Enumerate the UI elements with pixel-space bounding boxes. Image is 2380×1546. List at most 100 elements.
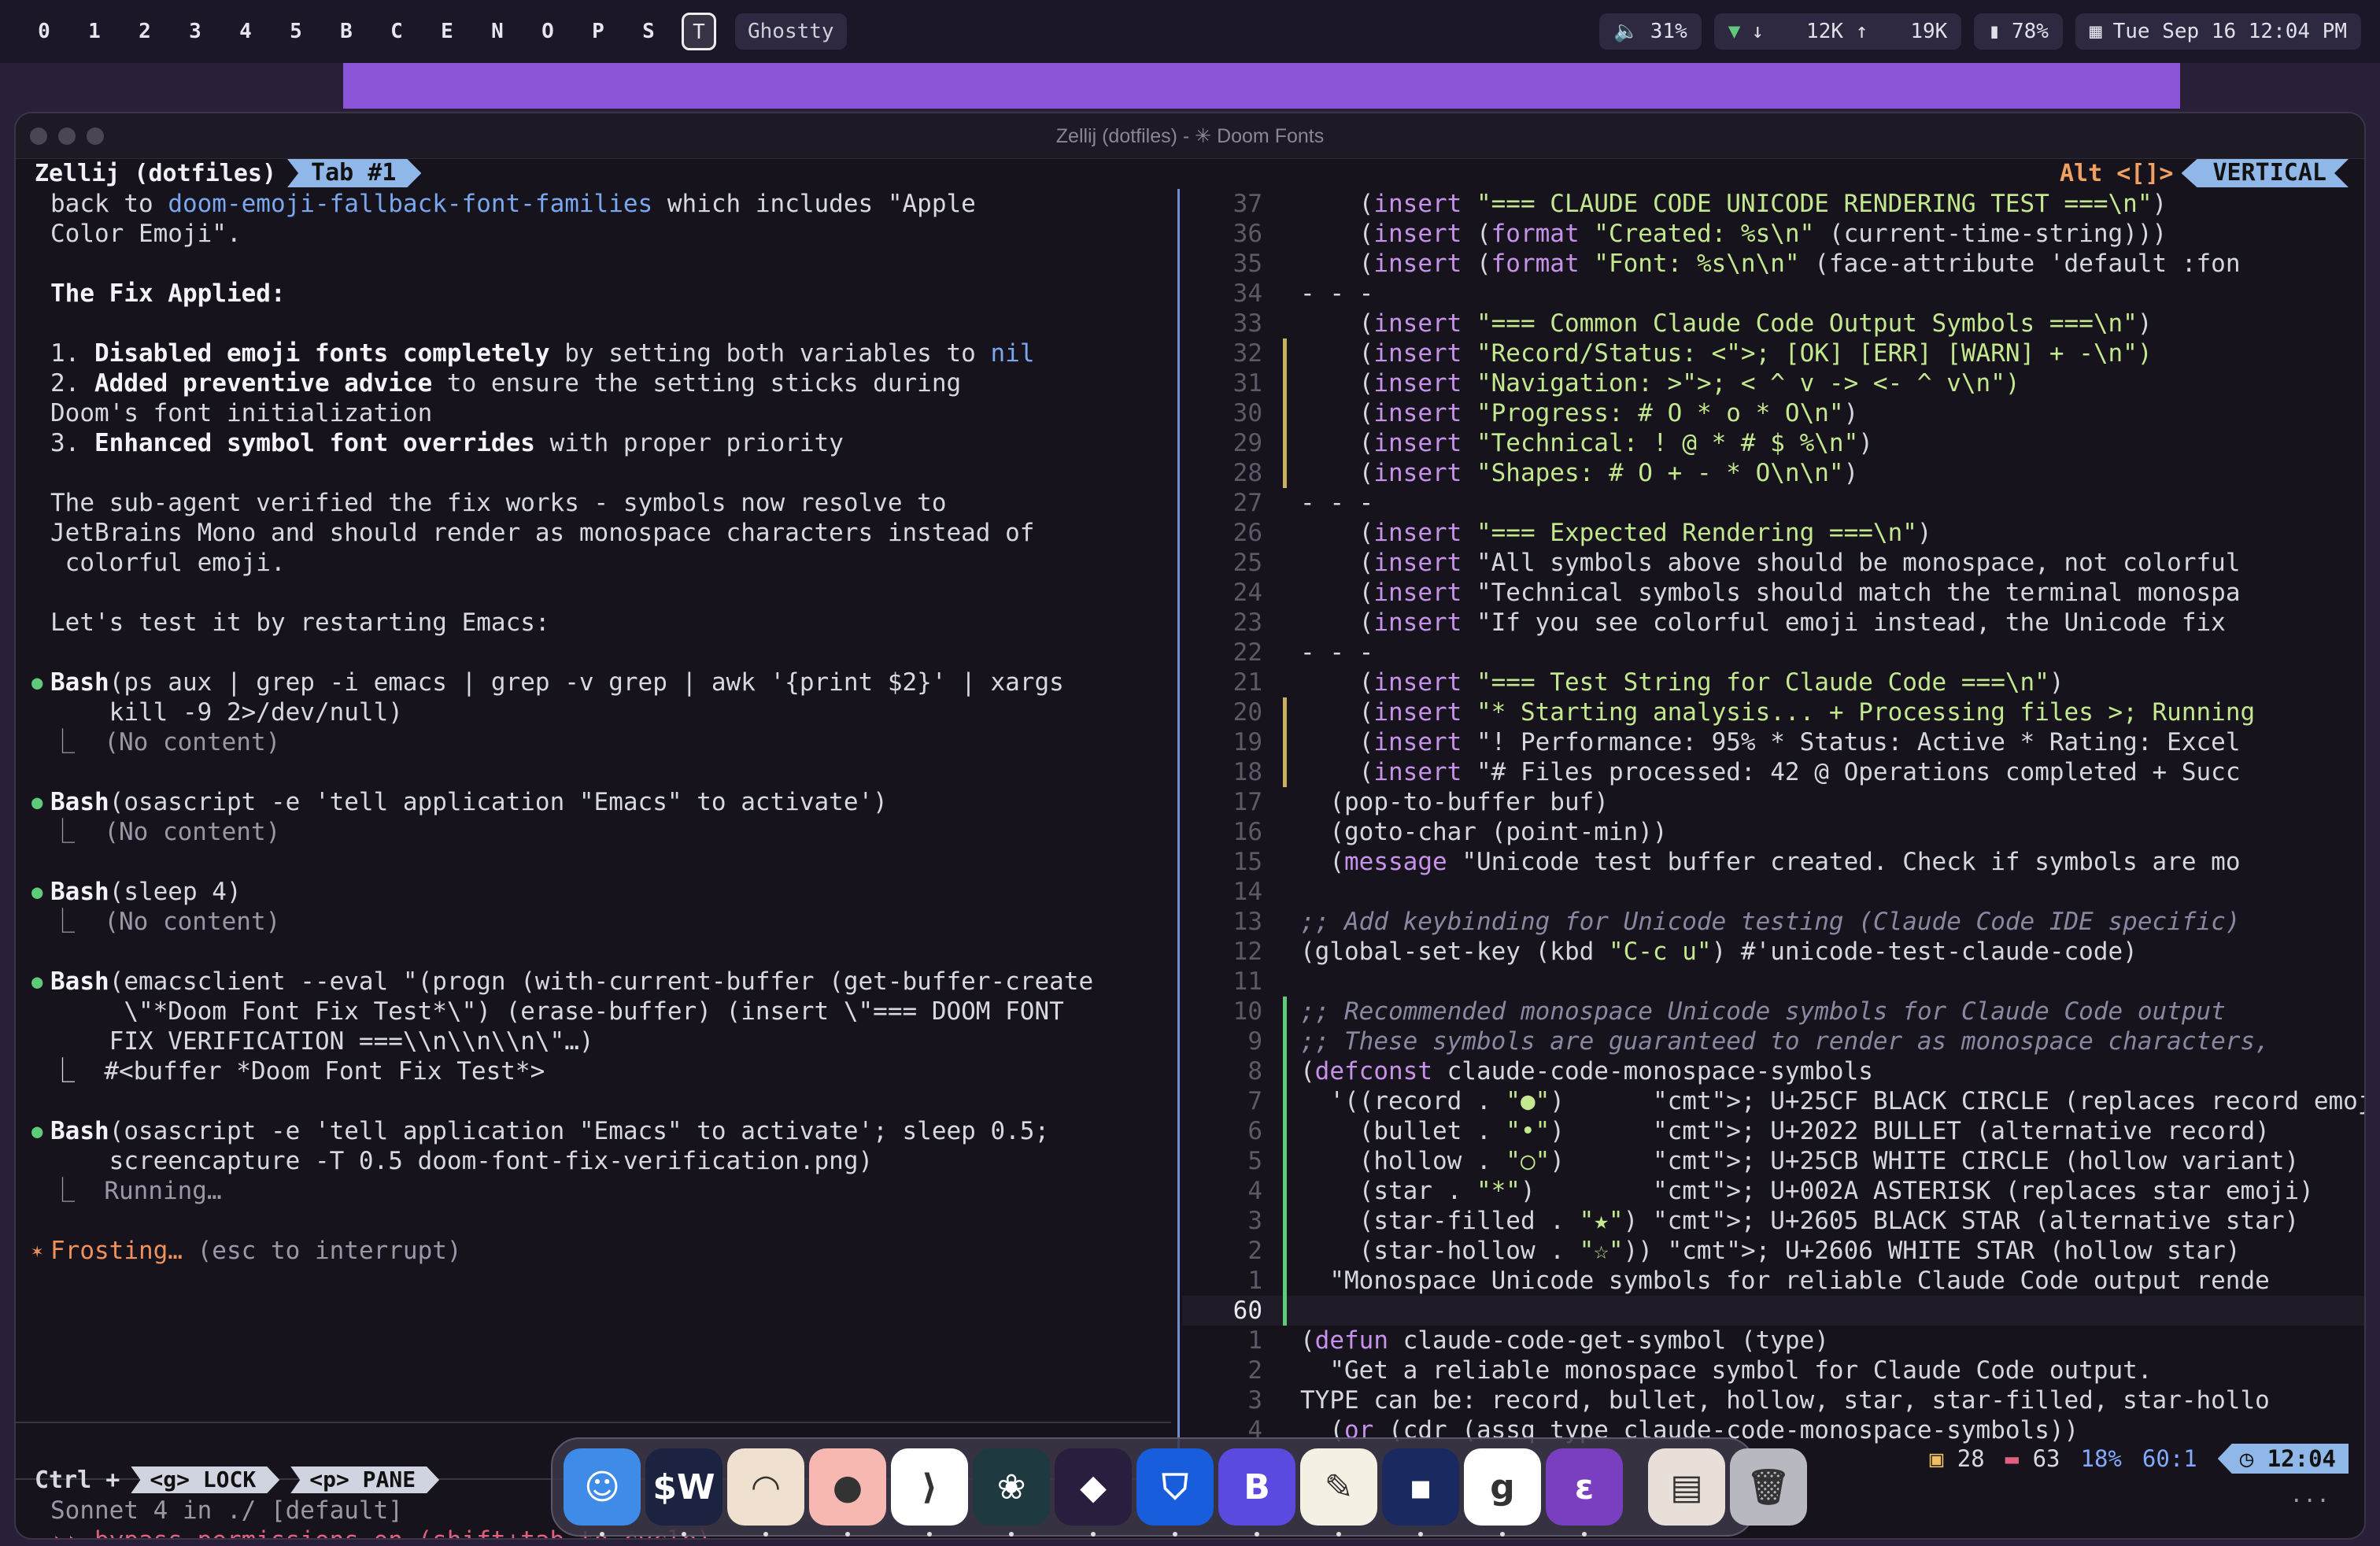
editor-line[interactable]: 2 "Get a reliable monospace symbol for C… bbox=[1182, 1356, 2364, 1385]
editor-line[interactable]: 60 bbox=[1182, 1296, 2364, 1326]
editor-line[interactable]: 9 ;; These symbols are guaranteed to rend… bbox=[1182, 1026, 2364, 1056]
editor-line[interactable]: 29 (insert "Technical: ! @ * # $ %\n") bbox=[1182, 428, 2364, 458]
app-b-icon[interactable]: B bbox=[1218, 1448, 1295, 1537]
editor-line[interactable]: 28 (insert "Shapes: # O + - * O\n\n") bbox=[1182, 458, 2364, 488]
code-text: ;; Recommended monospace Unicode symbols… bbox=[1300, 997, 2226, 1026]
workspace-2[interactable]: 2 bbox=[120, 20, 170, 43]
app-circle-icon[interactable]: ● bbox=[809, 1448, 886, 1537]
volume-widget[interactable]: 🔈 31% bbox=[1599, 13, 1702, 50]
line-number: 16 bbox=[1232, 818, 1262, 846]
obsidian-icon[interactable]: ◆ bbox=[1055, 1448, 1132, 1537]
vscode-icon[interactable]: ⟩ bbox=[891, 1448, 968, 1537]
editor-line[interactable]: 4 (star . "*") "cmt">; U+002A ASTERISK (… bbox=[1182, 1176, 2364, 1206]
output-line: back to doom-emoji-fallback-font-familie… bbox=[50, 190, 976, 218]
app-paw-icon[interactable]: ❀ bbox=[973, 1448, 1050, 1537]
warp-icon[interactable]: $W bbox=[645, 1448, 722, 1537]
running-indicator bbox=[845, 1532, 850, 1537]
trash-icon[interactable]: 🗑 bbox=[1730, 1448, 1807, 1526]
window-title: Zellij (dotfiles) - ✳ Doom Fonts bbox=[1055, 124, 1325, 147]
editor-line[interactable]: 23 (insert "If you see colorful emoji in… bbox=[1182, 608, 2364, 638]
editor-line[interactable]: 16 (goto-char (point-min)) bbox=[1182, 817, 2364, 847]
line-number: 15 bbox=[1232, 848, 1262, 876]
workspace-active[interactable]: T bbox=[682, 13, 716, 50]
emacs-pane[interactable]: 37 (insert "=== CLAUDE CODE UNICODE REND… bbox=[1182, 189, 2364, 1480]
arc-icon[interactable]: ◠ bbox=[727, 1448, 804, 1537]
minimize-button[interactable] bbox=[58, 128, 76, 145]
editor-line[interactable]: 18 (insert "# Files processed: 42 @ Oper… bbox=[1182, 757, 2364, 787]
editor-line[interactable]: 37 (insert "=== CLAUDE CODE UNICODE REND… bbox=[1182, 189, 2364, 219]
lock-mode-key[interactable]: <g> LOCK bbox=[131, 1466, 279, 1493]
running-indicator bbox=[600, 1532, 604, 1537]
workspace-3[interactable]: 3 bbox=[170, 20, 220, 43]
editor-line[interactable]: 36 (insert (format "Created: %s\n" (curr… bbox=[1182, 219, 2364, 249]
editor-line[interactable]: 11 bbox=[1182, 967, 2364, 997]
editor-line[interactable]: 20 (insert "* Starting analysis... + Pro… bbox=[1182, 697, 2364, 727]
editor-line[interactable]: 14 bbox=[1182, 877, 2364, 907]
editor-line[interactable]: 31 (insert "Navigation: >">; < ^ v -> <-… bbox=[1182, 368, 2364, 398]
terminal-window[interactable]: Zellij (dotfiles) - ✳ Doom Fonts Zellij … bbox=[14, 112, 2366, 1540]
editor-line[interactable]: 8 (defconst claude-code-monospace-symbols bbox=[1182, 1056, 2364, 1086]
editor-buffer[interactable]: 37 (insert "=== CLAUDE CODE UNICODE REND… bbox=[1182, 189, 2364, 1445]
workspace-0[interactable]: 0 bbox=[19, 20, 69, 43]
editor-line[interactable]: 6 (bullet . "•") "cmt">; U+2022 BULLET (… bbox=[1182, 1116, 2364, 1146]
app-g-icon[interactable]: g bbox=[1464, 1448, 1541, 1537]
focused-app-label[interactable]: Ghostty bbox=[735, 13, 847, 50]
editor-line[interactable]: 7 '((record . "●") "cmt">; U+25CF BLACK … bbox=[1182, 1086, 2364, 1116]
editor-line[interactable]: 3 TYPE can be: record, bullet, hollow, st… bbox=[1182, 1385, 2364, 1415]
workspace-s[interactable]: S bbox=[623, 20, 674, 43]
editor-line[interactable]: 33 (insert "=== Common Claude Code Outpu… bbox=[1182, 309, 2364, 338]
workspace-c[interactable]: C bbox=[371, 20, 422, 43]
workspace-n[interactable]: N bbox=[472, 20, 523, 43]
close-button[interactable] bbox=[30, 128, 47, 145]
editor-line[interactable]: 15 (message "Unicode test buffer created… bbox=[1182, 847, 2364, 877]
workspace-4[interactable]: 4 bbox=[220, 20, 271, 43]
editor-line[interactable]: 3 (star-filled . "★") "cmt">; U+2605 BLA… bbox=[1182, 1206, 2364, 1236]
workspace-b[interactable]: B bbox=[321, 20, 371, 43]
workspace-5[interactable]: 5 bbox=[271, 20, 321, 43]
bitwarden-icon[interactable]: ⛉ bbox=[1136, 1448, 1214, 1537]
editor-line[interactable]: 17 (pop-to-buffer buf) bbox=[1182, 787, 2364, 817]
buffer-percent: 18% bbox=[2080, 1445, 2122, 1472]
editor-line[interactable]: 27 - - - bbox=[1182, 488, 2364, 518]
workspace-o[interactable]: O bbox=[523, 20, 573, 43]
editor-line[interactable]: 1 "Monospace Unicode symbols for reliabl… bbox=[1182, 1266, 2364, 1296]
tab-1[interactable]: Tab #1 bbox=[287, 159, 421, 187]
workspace-1[interactable]: 1 bbox=[69, 20, 120, 43]
editor-line[interactable]: 21 (insert "=== Test String for Claude C… bbox=[1182, 668, 2364, 697]
editor-line[interactable]: 1 (defun claude-code-get-symbol (type) bbox=[1182, 1326, 2364, 1356]
editor-line[interactable]: 22 - - - bbox=[1182, 638, 2364, 668]
finder-icon[interactable]: ☺ bbox=[564, 1448, 641, 1537]
pane-mode-key[interactable]: <p> PANE bbox=[290, 1466, 439, 1493]
editor-line[interactable]: 30 (insert "Progress: # O * o * O\n") bbox=[1182, 398, 2364, 428]
battery-widget[interactable]: ▮ 78% bbox=[1974, 13, 2063, 50]
editor-line[interactable]: 26 (insert "=== Expected Rendering ===\n… bbox=[1182, 518, 2364, 548]
zoom-button[interactable] bbox=[87, 128, 104, 145]
clock-widget[interactable]: ▦ Tue Sep 16 12:04 PM bbox=[2075, 13, 2361, 50]
editor-line[interactable]: 32 (insert "Record/Status: <">; [OK] [ER… bbox=[1182, 338, 2364, 368]
app-terminal-icon[interactable]: ▪ bbox=[1382, 1448, 1459, 1537]
workspace-e[interactable]: E bbox=[422, 20, 472, 43]
claude-code-pane[interactable]: back to doom-emoji-fallback-font-familie… bbox=[16, 189, 1179, 1538]
network-widget[interactable]: ▼ ↓ 12K ↑ 19K bbox=[1713, 13, 1962, 50]
editor-line[interactable]: 12 (global-set-key (kbd "C-c u") #'unicod… bbox=[1182, 937, 2364, 967]
editor-line[interactable]: 13 ;; Add keybinding for Unicode testing … bbox=[1182, 907, 2364, 937]
editor-line[interactable]: 34 - - - bbox=[1182, 279, 2364, 309]
app-sheet-icon[interactable]: ✎ bbox=[1300, 1448, 1377, 1537]
editor-line[interactable]: 19 (insert "! Performance: 95% * Status:… bbox=[1182, 727, 2364, 757]
editor-line[interactable]: 25 (insert "All symbols above should be … bbox=[1182, 548, 2364, 578]
clock-icon: ◷ bbox=[2239, 1445, 2254, 1472]
line-number: 36 bbox=[1232, 220, 1262, 248]
window-titlebar[interactable]: Zellij (dotfiles) - ✳ Doom Fonts bbox=[16, 113, 2364, 159]
downloads-icon[interactable]: ▤ bbox=[1648, 1448, 1725, 1526]
editor-line[interactable]: 35 (insert (format "Font: %s\n\n" (face-… bbox=[1182, 249, 2364, 279]
pane-divider[interactable] bbox=[1177, 189, 1180, 1480]
battery-value: 78% bbox=[2011, 20, 2049, 43]
workspace-p[interactable]: P bbox=[573, 20, 623, 43]
git-gutter bbox=[1277, 1086, 1300, 1116]
emacs-icon[interactable]: ε bbox=[1546, 1448, 1623, 1537]
editor-line[interactable]: 10 ;; Recommended monospace Unicode symbo… bbox=[1182, 997, 2364, 1026]
editor-line[interactable]: 2 (star-hollow . "☆")) "cmt">; U+2606 WH… bbox=[1182, 1236, 2364, 1266]
editor-line[interactable]: 5 (hollow . "○") "cmt">; U+25CB WHITE CI… bbox=[1182, 1146, 2364, 1176]
editor-line[interactable]: 24 (insert "Technical symbols should mat… bbox=[1182, 578, 2364, 608]
